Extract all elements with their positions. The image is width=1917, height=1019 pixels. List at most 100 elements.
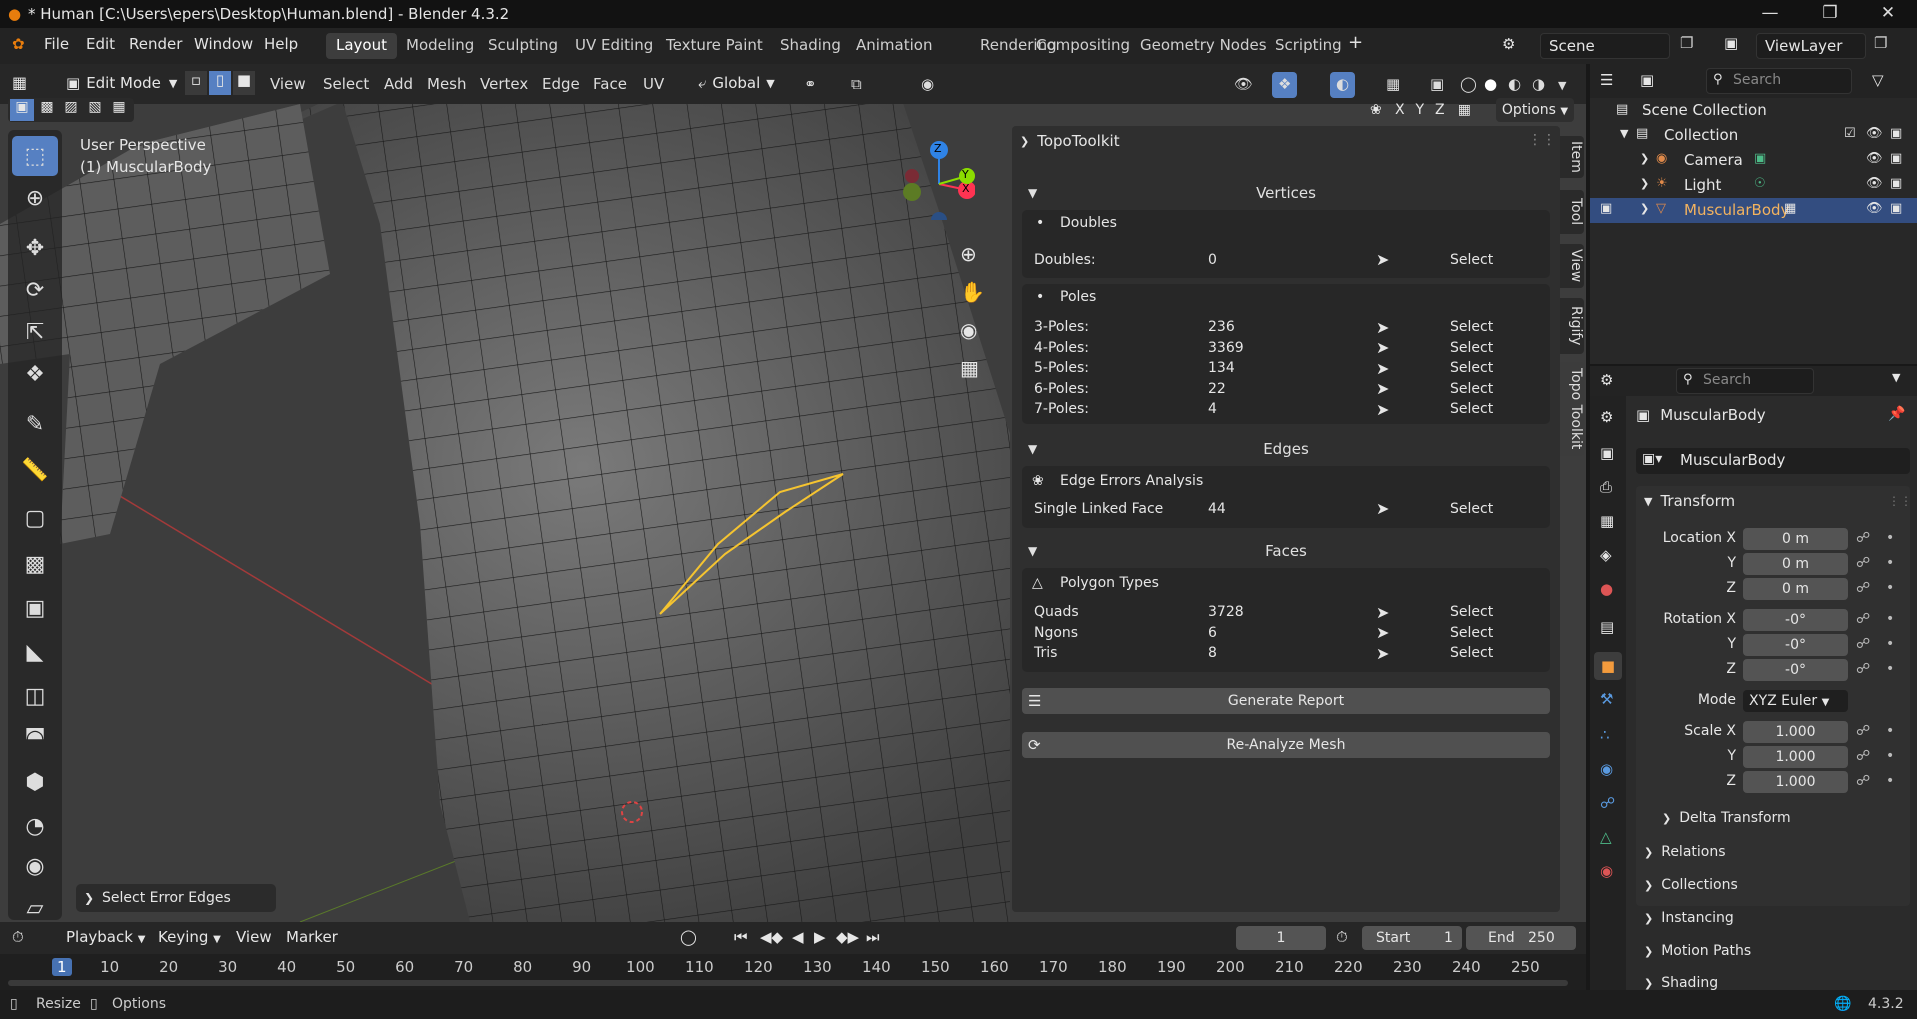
camera-render-icon[interactable]: ▣ (1890, 126, 1902, 141)
mesh-edit-overlay-icon[interactable]: ▦ (1380, 72, 1406, 98)
camera-render-icon[interactable]: ▣ (1890, 201, 1902, 216)
pivot-icon[interactable]: ⚭ (798, 72, 823, 98)
collections-panel[interactable]: ❯ Collections (1644, 877, 1738, 893)
particles-tab-icon[interactable]: ∴ (1600, 726, 1610, 744)
menu-render[interactable]: Render (129, 35, 182, 53)
rotate-tool-icon[interactable]: ⟳ (12, 270, 58, 310)
scene-selector[interactable]: Scene (1540, 33, 1670, 59)
select-ngons-button[interactable]: Select (1450, 625, 1493, 641)
annotate-tool-icon[interactable]: ✎ (12, 404, 58, 444)
keyframe-dot-icon[interactable]: • (1886, 636, 1894, 652)
tab-layout[interactable]: Layout (326, 33, 397, 59)
tab-tool[interactable]: Tool (1560, 190, 1584, 234)
render-tab-icon[interactable]: ▣ (1600, 444, 1614, 462)
tab-geometry-nodes[interactable]: Geometry Nodes (1130, 33, 1277, 59)
menu-edit[interactable]: Edit (86, 35, 115, 53)
lock-icon[interactable]: ☍ (1856, 636, 1870, 652)
view-layer-icon[interactable]: ▣ (1724, 34, 1738, 52)
location-x-field[interactable]: 0 m (1743, 528, 1848, 550)
tab-rigify[interactable]: Rigify (1560, 298, 1584, 354)
measure-tool-icon[interactable]: 📏 (12, 450, 58, 490)
tab-modeling[interactable]: Modeling (396, 33, 484, 59)
camera-view-icon[interactable]: ◉ (960, 318, 977, 342)
knife-tool-icon[interactable]: ◚ (12, 718, 58, 758)
new-view-layer-icon[interactable]: ❐ (1874, 34, 1887, 52)
select-intersect-icon[interactable]: ▦ (108, 99, 130, 115)
lock-icon[interactable]: ☍ (1856, 748, 1870, 764)
edges-section-header[interactable]: ▼ Edges (1012, 432, 1560, 466)
keyframe-dot-icon[interactable]: • (1886, 555, 1894, 571)
new-scene-icon[interactable]: ❐ (1680, 34, 1693, 52)
select-6-poles-button[interactable]: Select (1450, 381, 1493, 397)
maximize-button[interactable]: ❐ (1816, 3, 1844, 25)
light-data-icon[interactable]: ☉ (1754, 176, 1766, 191)
overlay-toggle-icon[interactable]: ◐ (1330, 72, 1356, 98)
menu-add[interactable]: Add (378, 72, 419, 98)
eye-icon[interactable]: 👁 (1866, 201, 1883, 216)
scene-collection-row[interactable]: ▤ Scene Collection (1590, 98, 1917, 123)
menu-uv[interactable]: UV (637, 72, 670, 98)
timeline-scrollbar[interactable] (8, 980, 1568, 986)
tab-texture-paint[interactable]: Texture Paint (656, 33, 773, 59)
select-single-linked-button[interactable]: Select (1450, 501, 1493, 517)
select-5-poles-button[interactable]: Select (1450, 360, 1493, 376)
tab-view[interactable]: View (1560, 244, 1584, 288)
select-new-icon[interactable]: ▣ (10, 99, 34, 121)
select-4-poles-button[interactable]: Select (1450, 340, 1493, 356)
keyframe-dot-icon[interactable]: • (1886, 580, 1894, 596)
menu-mesh[interactable]: Mesh (421, 72, 473, 98)
properties-search-input[interactable]: ⚲ Search (1676, 368, 1814, 394)
drag-handle-icon[interactable]: ⋮⋮ (1528, 132, 1556, 148)
add-workspace-button[interactable]: + (1348, 32, 1363, 53)
eye-icon[interactable]: 👁 (1866, 151, 1883, 166)
orientation-dropdown[interactable]: ⤶ Global ▼ (698, 70, 775, 96)
xray-toggle-icon[interactable]: ▣ (1424, 72, 1450, 98)
generate-report-button[interactable]: ☰ Generate Report (1022, 688, 1550, 714)
faces-section-header[interactable]: ▼ Faces (1012, 534, 1560, 568)
tab-item[interactable]: Item (1560, 136, 1584, 178)
rotation-z-field[interactable]: -0° (1743, 659, 1848, 681)
object-tab-icon[interactable]: ■ (1594, 652, 1622, 680)
camera-render-icon[interactable]: ▣ (1890, 151, 1902, 166)
tool-tab-icon[interactable]: ⚙ (1600, 408, 1613, 426)
scale-z-field[interactable]: 1.000 (1743, 771, 1848, 793)
cursor-tool-icon[interactable]: ⊕ (12, 178, 58, 218)
keyframe-dot-icon[interactable]: • (1886, 723, 1894, 739)
zoom-icon[interactable]: ⊕ (960, 242, 977, 266)
rotation-mode-dropdown[interactable]: XYZ Euler ▼ (1743, 690, 1848, 712)
scale-y-field[interactable]: 1.000 (1743, 746, 1848, 768)
menu-face[interactable]: Face (587, 72, 633, 98)
select-quads-button[interactable]: Select (1450, 604, 1493, 620)
tab-sculpting[interactable]: Sculpting (478, 33, 568, 59)
scene-tab-icon[interactable]: ◈ (1600, 546, 1612, 564)
keyframe-dot-icon[interactable]: • (1886, 773, 1894, 789)
eye-icon[interactable]: 👁 (1866, 126, 1883, 141)
gizmo-toggle-icon[interactable]: ❖ (1272, 72, 1298, 98)
tab-shading[interactable]: Shading (770, 33, 851, 59)
last-operator-panel[interactable]: ❯ Select Error Edges (76, 884, 276, 912)
modifier-icon[interactable]: ▦ (1784, 201, 1796, 216)
shading-panel[interactable]: ❯ Shading (1644, 975, 1718, 991)
edge-select-icon[interactable]: ▯ (209, 71, 231, 95)
select-doubles-button[interactable]: Select (1450, 252, 1493, 268)
scene-icon[interactable]: ⚙ (1502, 35, 1515, 53)
face-select-icon[interactable]: ■ (233, 71, 255, 95)
lock-icon[interactable]: ☍ (1856, 661, 1870, 677)
outliner-item-camera[interactable]: ❯ ◉ Camera ▣ 👁 ▣ (1590, 148, 1917, 173)
world-tab-icon[interactable]: ● (1600, 580, 1613, 598)
spin-tool-icon[interactable]: ◔ (12, 806, 58, 846)
keyframe-dot-icon[interactable]: • (1886, 530, 1894, 546)
menu-file[interactable]: File (44, 35, 69, 53)
mode-dropdown[interactable]: ▣ Edit Mode ▼ (60, 70, 183, 96)
rotation-x-field[interactable]: -0° (1743, 609, 1848, 631)
mirror-x-toggle[interactable]: X (1390, 102, 1410, 118)
panel-header[interactable]: ❯ TopoToolkit (1020, 132, 1120, 150)
keyframe-dot-icon[interactable]: • (1886, 748, 1894, 764)
editor-type-icon[interactable]: ⚙ (1600, 371, 1613, 389)
select-extend-icon[interactable]: ▩ (36, 99, 58, 115)
instancing-panel[interactable]: ❯ Instancing (1644, 910, 1734, 926)
pin-icon[interactable]: 📌 (1888, 406, 1905, 422)
rendered-shading-icon[interactable]: ◑ (1526, 72, 1551, 98)
loop-cut-tool-icon[interactable]: ◫ (12, 676, 58, 716)
mirror-z-toggle[interactable]: Z (1430, 102, 1450, 118)
